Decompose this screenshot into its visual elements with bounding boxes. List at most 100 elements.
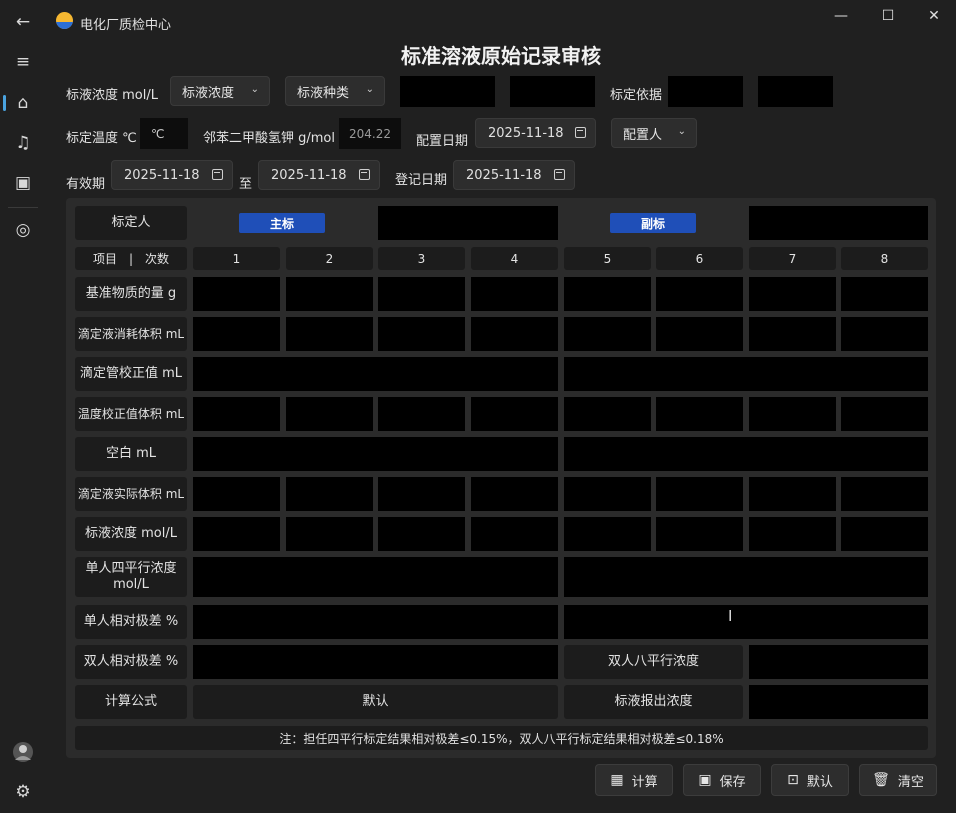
data-cell[interactable] [749,477,836,511]
merged-cell-main[interactable] [193,437,558,471]
formula-select[interactable]: 默认 [193,685,558,719]
merged-cell-main[interactable] [193,357,558,391]
double-range-input[interactable] [193,645,558,679]
calibrator-label: 标定人 [75,206,187,240]
default-button[interactable]: ⊡ 默认 [771,764,849,796]
sub-calibrator-tag[interactable]: 副标 [610,213,696,233]
khp-input[interactable]: 204.22 [339,118,401,149]
data-cell[interactable] [378,277,465,311]
data-cell[interactable] [193,517,280,551]
merged-cell-main[interactable] [193,605,558,639]
prep-date-label: 配置日期 [416,134,469,149]
chevron-down-icon: ⌄ [250,84,259,95]
row-label: 滴定管校正值 mL [75,357,187,391]
data-cell[interactable] [471,517,558,551]
camera-icon[interactable]: ◎ [0,212,46,248]
clear-button[interactable]: 🗑 清空 [859,764,937,796]
merged-cell-sub[interactable] [564,437,928,471]
row-label: 标液浓度 mol/L [75,517,187,551]
data-cell[interactable] [656,397,743,431]
data-cell[interactable] [471,317,558,351]
close-button[interactable]: ✕ [919,4,949,28]
calendar-icon [575,127,586,138]
data-cell[interactable] [656,277,743,311]
data-cell[interactable] [193,277,280,311]
save-button[interactable]: ▣ 保存 [683,764,761,796]
main-calibrator-tag[interactable]: 主标 [239,213,325,233]
merged-cell-sub[interactable] [564,557,928,597]
music-icon[interactable]: ♫ [0,125,46,161]
data-cell[interactable] [749,517,836,551]
sub-calibrator-input[interactable] [749,206,928,240]
std-type-input[interactable] [510,76,595,107]
data-cell[interactable] [471,397,558,431]
data-cell[interactable] [471,477,558,511]
preparer-combo[interactable]: 配置人 ⌄ [611,118,697,148]
data-cell[interactable] [471,277,558,311]
double-eight-input[interactable] [749,645,928,679]
row-label: 滴定液消耗体积 mL [75,317,187,351]
merged-cell-main[interactable] [193,557,558,597]
nav-divider [8,207,38,208]
maximize-button[interactable]: ☐ [873,4,903,28]
data-cell[interactable] [286,517,373,551]
data-cell[interactable] [378,517,465,551]
data-cell[interactable] [193,477,280,511]
image-icon: ⊡ [787,772,799,788]
data-cell[interactable] [656,517,743,551]
avatar[interactable] [0,734,46,770]
data-cell[interactable] [749,277,836,311]
std-conc-combo[interactable]: 标液浓度 ⌄ [170,76,270,106]
reg-date-picker[interactable]: 2025-11-18 [453,160,575,190]
std-type-combo[interactable]: 标液种类 ⌄ [285,76,385,106]
calc-button[interactable]: ▦ 计算 [595,764,673,796]
merged-cell-sub[interactable] [564,605,928,639]
std-conc-combo-value: 标液浓度 [182,85,235,101]
data-cell[interactable] [378,397,465,431]
data-cell[interactable] [193,317,280,351]
data-cell[interactable] [841,317,928,351]
data-cell[interactable] [564,397,651,431]
merged-cell-sub[interactable] [564,357,928,391]
data-cell[interactable] [841,517,928,551]
data-cell[interactable] [564,477,651,511]
basis-input-2[interactable] [758,76,833,107]
basis-input[interactable] [668,76,743,107]
back-icon[interactable]: ← [0,4,46,40]
film-icon[interactable]: ▣ [0,165,46,201]
prep-date-picker[interactable]: 2025-11-18 [475,118,596,148]
std-conc-input[interactable] [400,76,495,107]
data-cell[interactable] [749,317,836,351]
data-cell[interactable] [564,317,651,351]
page-title: 标准溶液原始记录审核 [401,44,601,68]
avatar-icon [13,742,33,762]
data-cell[interactable] [286,477,373,511]
data-cell[interactable] [564,517,651,551]
data-cell[interactable] [378,477,465,511]
settings-icon[interactable]: ⚙ [0,774,46,810]
data-cell[interactable] [841,477,928,511]
data-cell[interactable] [286,317,373,351]
row-label: 计算公式 [75,685,187,719]
data-cell[interactable] [286,277,373,311]
data-cell[interactable] [193,397,280,431]
main-calibrator-input[interactable] [378,206,558,240]
data-cell[interactable] [841,277,928,311]
data-cell[interactable] [841,397,928,431]
calendar-icon [212,169,223,180]
data-cell[interactable] [656,477,743,511]
data-cell[interactable] [749,397,836,431]
chevron-down-icon: ⌄ [677,126,686,137]
minimize-button[interactable]: — [826,4,856,28]
temp-input[interactable]: ℃ [140,118,188,149]
menu-icon[interactable]: ≡ [0,44,46,80]
data-cell[interactable] [286,397,373,431]
data-cell[interactable] [656,317,743,351]
home-icon[interactable]: ⌂ [0,85,46,121]
data-cell[interactable] [564,277,651,311]
data-cell[interactable] [378,317,465,351]
reported-conc-input[interactable] [749,685,928,719]
valid-to-picker[interactable]: 2025-11-18 [258,160,380,190]
calc-button-label: 计算 [631,774,658,790]
valid-from-picker[interactable]: 2025-11-18 [111,160,233,190]
